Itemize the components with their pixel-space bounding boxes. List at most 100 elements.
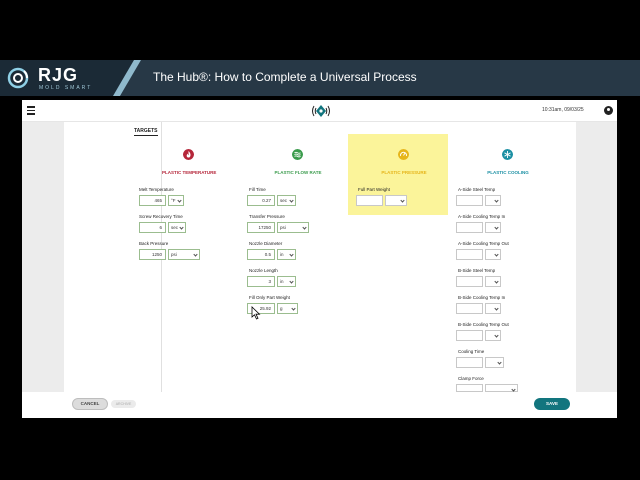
b-side-cooling-temp-out-unit-select[interactable] xyxy=(485,330,501,341)
nozzle-diameter-unit-select[interactable]: in xyxy=(277,249,296,260)
field-label-clamp-force: Clamp Force xyxy=(458,376,484,381)
column-title-temperature: PLASTIC TEMPERATURE xyxy=(162,170,217,175)
b-side-cooling-temp-in-unit-select[interactable] xyxy=(485,303,501,314)
column-title-flow-rate: PLASTIC FLOW RATE xyxy=(274,170,322,175)
chevron-down-icon xyxy=(289,252,294,257)
app-window: 10:31am, 09/03/25 TARGETS PLASTIC TEMPER… xyxy=(22,100,617,418)
chevron-down-icon xyxy=(289,198,294,203)
cancel-button[interactable]: CANCEL xyxy=(72,398,108,410)
back-pressure-unit: psi xyxy=(171,252,177,257)
chevron-down-icon xyxy=(494,225,499,230)
nozzle-length-unit: in xyxy=(280,279,284,284)
field-label-cooling-time: Cooling Time xyxy=(458,349,485,354)
transfer-pressure-unit: psi xyxy=(280,225,286,230)
archive-button[interactable]: ARCHIVE xyxy=(111,400,136,408)
app-header: 10:31am, 09/03/25 xyxy=(22,100,617,122)
a-side-cooling-temp-out-input[interactable] xyxy=(456,249,483,260)
screw-recovery-time-unit-select[interactable]: sec xyxy=(168,222,186,233)
chevron-down-icon xyxy=(177,198,182,203)
full-part-weight-unit-select[interactable] xyxy=(385,195,407,206)
clamp-force-input[interactable] xyxy=(456,384,483,392)
rjg-logo-icon xyxy=(7,67,29,89)
field-label-screw-recovery-time: Screw Recovery Time xyxy=(139,214,183,219)
chevron-down-icon xyxy=(193,252,198,257)
targets-panel: TARGETS PLASTIC TEMPERATURE PLASTIC FLOW… xyxy=(64,122,576,392)
form-footer: CANCEL ARCHIVE SAVE xyxy=(22,392,617,418)
column-title-cooling: PLASTIC COOLING xyxy=(487,170,529,175)
transfer-pressure-input[interactable]: 17250 xyxy=(247,222,275,233)
melt-temperature-input[interactable]: 465 xyxy=(139,195,166,206)
gauge-icon xyxy=(398,149,409,160)
chevron-down-icon xyxy=(291,306,296,311)
hamburger-menu-icon[interactable] xyxy=(27,106,35,115)
b-side-cooling-temp-in-input[interactable] xyxy=(456,303,483,314)
fill-time-input[interactable]: 0.27 xyxy=(247,195,275,206)
column-title-pressure: PLASTIC PRESSURE xyxy=(381,170,427,175)
field-label-melt-temperature: Melt Temperature xyxy=(139,187,174,192)
field-label-a-side-cooling-temp-in: A-Side Cooling Temp In xyxy=(458,214,506,219)
field-label-b-side-cooling-temp-in: B-Side Cooling Temp In xyxy=(458,295,506,300)
fill-time-unit-select[interactable]: sec xyxy=(277,195,296,206)
field-label-a-side-cooling-temp-out: A-Side Cooling Temp Out xyxy=(458,241,509,246)
screw-recovery-time-unit: sec xyxy=(171,225,179,230)
clamp-force-unit-select[interactable] xyxy=(485,384,518,392)
nozzle-diameter-unit: in xyxy=(280,252,284,257)
field-label-fill-time: Fill Time xyxy=(249,187,266,192)
save-button[interactable]: SAVE xyxy=(534,398,570,410)
field-label-nozzle-length: Nozzle Length xyxy=(249,268,278,273)
b-side-steel-temp-input[interactable] xyxy=(456,276,483,287)
flow-icon xyxy=(292,149,303,160)
fill-only-part-weight-unit: g xyxy=(280,306,283,311)
app-body: TARGETS PLASTIC TEMPERATURE PLASTIC FLOW… xyxy=(22,122,617,392)
b-side-steel-temp-unit-select[interactable] xyxy=(485,276,501,287)
melt-temperature-unit: °F xyxy=(171,198,176,203)
field-label-b-side-steel-temp: B-Side Steel Temp xyxy=(458,268,496,273)
section-title: TARGETS xyxy=(134,128,158,136)
back-pressure-input[interactable]: 1250 xyxy=(139,249,166,260)
fill-time-unit: sec xyxy=(280,198,288,203)
chevron-down-icon xyxy=(511,387,516,392)
snowflake-icon xyxy=(502,149,513,160)
chevron-down-icon xyxy=(494,279,499,284)
hub-logo-icon[interactable] xyxy=(310,103,332,119)
screw-recovery-time-input[interactable]: 6 xyxy=(139,222,166,233)
a-side-steel-temp-unit-select[interactable] xyxy=(485,195,501,206)
nozzle-diameter-input[interactable]: 0.5 xyxy=(247,249,275,260)
brand-tagline: MOLD SMART xyxy=(39,85,93,91)
field-label-fill-only-part-weight: Fill Only Part Weight xyxy=(249,295,290,300)
fill-only-part-weight-unit-select[interactable]: g xyxy=(277,303,298,314)
back-pressure-unit-select[interactable]: psi xyxy=(168,249,200,260)
chevron-down-icon xyxy=(494,333,499,338)
flame-icon xyxy=(183,149,194,160)
video-frame: RJG MOLD SMART The Hub®: How to Complete… xyxy=(0,0,640,480)
melt-temperature-unit-select[interactable]: °F xyxy=(168,195,184,206)
chevron-down-icon xyxy=(400,198,405,203)
field-label-b-side-cooling-temp-out: B-Side Cooling Temp Out xyxy=(458,322,509,327)
header-timestamp: 10:31am, 09/03/25 xyxy=(542,107,584,113)
b-side-cooling-temp-out-input[interactable] xyxy=(456,330,483,341)
field-label-full-part-weight: Full Part Weight xyxy=(358,187,390,192)
chevron-down-icon xyxy=(494,252,499,257)
a-side-cooling-temp-out-unit-select[interactable] xyxy=(485,249,501,260)
chevron-down-icon xyxy=(494,198,499,203)
field-label-nozzle-diameter: Nozzle Diameter xyxy=(249,241,283,246)
chevron-down-icon xyxy=(497,360,502,365)
video-title: The Hub®: How to Complete a Universal Pr… xyxy=(153,70,417,84)
a-side-steel-temp-input[interactable] xyxy=(456,195,483,206)
a-side-cooling-temp-in-unit-select[interactable] xyxy=(485,222,501,233)
field-label-back-pressure: Back Pressure xyxy=(139,241,169,246)
full-part-weight-input[interactable] xyxy=(356,195,383,206)
chevron-down-icon xyxy=(179,225,184,230)
field-label-transfer-pressure: Transfer Pressure xyxy=(249,214,285,219)
transfer-pressure-unit-select[interactable]: psi xyxy=(277,222,309,233)
user-account-icon[interactable] xyxy=(604,106,613,115)
brand-name: RJG xyxy=(38,65,79,85)
a-side-cooling-temp-in-input[interactable] xyxy=(456,222,483,233)
nozzle-length-unit-select[interactable]: in xyxy=(277,276,296,287)
nozzle-length-input[interactable]: 3 xyxy=(247,276,275,287)
cooling-time-unit-select[interactable] xyxy=(485,357,504,368)
video-banner: RJG MOLD SMART The Hub®: How to Complete… xyxy=(0,60,640,96)
mouse-cursor-icon xyxy=(251,306,261,320)
chevron-down-icon xyxy=(289,279,294,284)
cooling-time-input[interactable] xyxy=(456,357,483,368)
